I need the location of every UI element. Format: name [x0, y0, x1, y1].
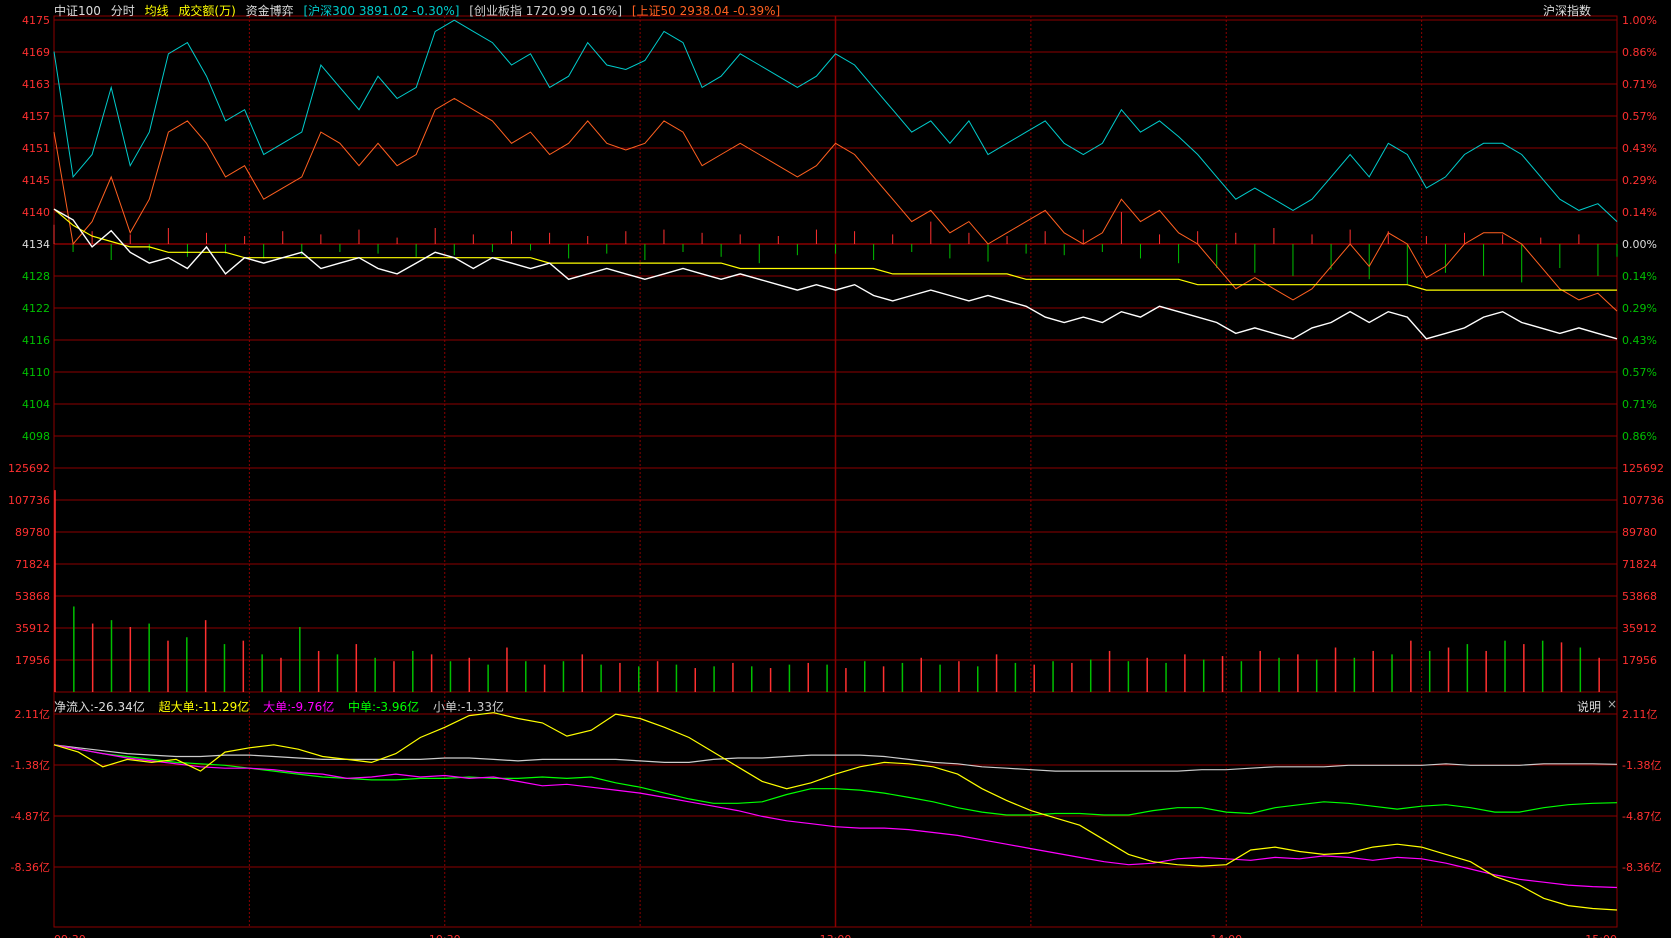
time-tick-label: 15:00 — [1585, 933, 1617, 938]
volume-tick-label-right: 89780 — [1622, 526, 1657, 539]
pct-tick-label: 1.00% — [1622, 14, 1657, 27]
mode-label[interactable]: 分时 — [111, 4, 135, 18]
close-icon[interactable]: × — [1607, 697, 1617, 711]
price-tick-label: 4140 — [22, 206, 50, 219]
flow-tick-label-right: -4.87亿 — [1622, 810, 1661, 823]
explain-button[interactable]: 说明 — [1577, 698, 1601, 715]
volume-tick-label-right: 107736 — [1622, 494, 1664, 507]
price-tick-label: 4128 — [22, 270, 50, 283]
main-header: 中证100 分时 均线 成交额(万) 资金博弈 [沪深300 3891.02 -… — [54, 2, 786, 19]
pct-tick-label: 0.71% — [1622, 78, 1657, 91]
price-tick-label: 4122 — [22, 302, 50, 315]
volume-tick-label: 53868 — [15, 590, 50, 603]
volume-tick-label: 35912 — [15, 622, 50, 635]
pct-tick-label: 0.00% — [1622, 238, 1657, 251]
pct-tick-label: 0.71% — [1622, 398, 1657, 411]
flow-tick-label: -1.38亿 — [11, 759, 50, 772]
price-tick-label: 4104 — [22, 398, 50, 411]
avg-label[interactable]: 均线 — [145, 4, 169, 18]
pct-tick-label: 0.86% — [1622, 430, 1657, 443]
volume-tick-label: 125692 — [8, 462, 50, 475]
price-tick-label: 4110 — [22, 366, 50, 379]
flow-tick-label: -8.36亿 — [11, 861, 50, 874]
flow-mid: 中单:-3.96亿 — [348, 700, 420, 714]
compare-hs300[interactable]: [沪深300 3891.02 -0.30%] — [303, 4, 459, 18]
time-tick-label: 13:00 — [820, 933, 852, 938]
price-tick-label: 4134 — [22, 238, 50, 251]
volume-tick-label-right: 17956 — [1622, 654, 1657, 667]
volume-tick-label: 17956 — [15, 654, 50, 667]
pct-tick-label: 0.29% — [1622, 174, 1657, 187]
volume-tick-label-right: 125692 — [1622, 462, 1664, 475]
pct-tick-label: 0.57% — [1622, 110, 1657, 123]
price-tick-label: 4157 — [22, 110, 50, 123]
flow-tick-label-right: -8.36亿 — [1622, 861, 1661, 874]
time-tick-label: 10:30 — [429, 933, 461, 938]
flow-net: 净流入:-26.34亿 — [54, 700, 145, 714]
compare-sz50[interactable]: [上证50 2938.04 -0.39%] — [632, 4, 780, 18]
pct-tick-label: 0.43% — [1622, 142, 1657, 155]
price-tick-label: 4145 — [22, 174, 50, 187]
intraday-chart[interactable]: 4175 1.00% 4169 0.86% 4163 0.71% 4157 0.57% 4151… — [0, 0, 1671, 938]
flow-tick-label: -4.87亿 — [11, 810, 50, 823]
time-tick-label: 09:30 — [54, 933, 86, 938]
volume-tick-label: 107736 — [8, 494, 50, 507]
flow-tick-label-right: -1.38亿 — [1622, 759, 1661, 772]
pct-tick-label: 0.29% — [1622, 302, 1657, 315]
flow-tick-label-right: 2.11亿 — [1622, 708, 1658, 721]
pct-tick-label: 0.86% — [1622, 46, 1657, 59]
price-tick-label: 4175 — [22, 14, 50, 27]
flow-label[interactable]: 资金博弈 — [246, 4, 294, 18]
flow-header: 净流入:-26.34亿 超大单:-11.29亿 大单:-9.76亿 中单:-3.… — [54, 698, 514, 715]
volume-tick-label: 71824 — [15, 558, 50, 571]
price-tick-label: 4116 — [22, 334, 50, 347]
volume-tick-label-right: 53868 — [1622, 590, 1657, 603]
volume-tick-label-right: 71824 — [1622, 558, 1657, 571]
flow-small: 小单:-1.33亿 — [432, 700, 505, 714]
price-tick-label: 4163 — [22, 78, 50, 91]
compare-cyb[interactable]: [创业板指 1720.99 0.16%] — [469, 4, 622, 18]
pct-tick-label: 0.43% — [1622, 334, 1657, 347]
price-tick-label: 4151 — [22, 142, 50, 155]
price-tick-label: 4098 — [22, 430, 50, 443]
volume-tick-label: 89780 — [15, 526, 50, 539]
market-index-button[interactable]: 沪深指数 — [1543, 2, 1591, 19]
vol-label[interactable]: 成交额(万) — [178, 4, 235, 18]
volume-tick-label-right: 35912 — [1622, 622, 1657, 635]
price-tick-label: 4169 — [22, 46, 50, 59]
flow-large: 大单:-9.76亿 — [263, 700, 335, 714]
index-name[interactable]: 中证100 — [54, 4, 101, 18]
flow-xl: 超大单:-11.29亿 — [158, 700, 250, 714]
pct-tick-label: 0.57% — [1622, 366, 1657, 379]
pct-tick-label: 0.14% — [1622, 270, 1657, 283]
pct-tick-label: 0.14% — [1622, 206, 1657, 219]
flow-tick-label: 2.11亿 — [15, 708, 51, 721]
time-tick-label: 14:00 — [1210, 933, 1242, 938]
